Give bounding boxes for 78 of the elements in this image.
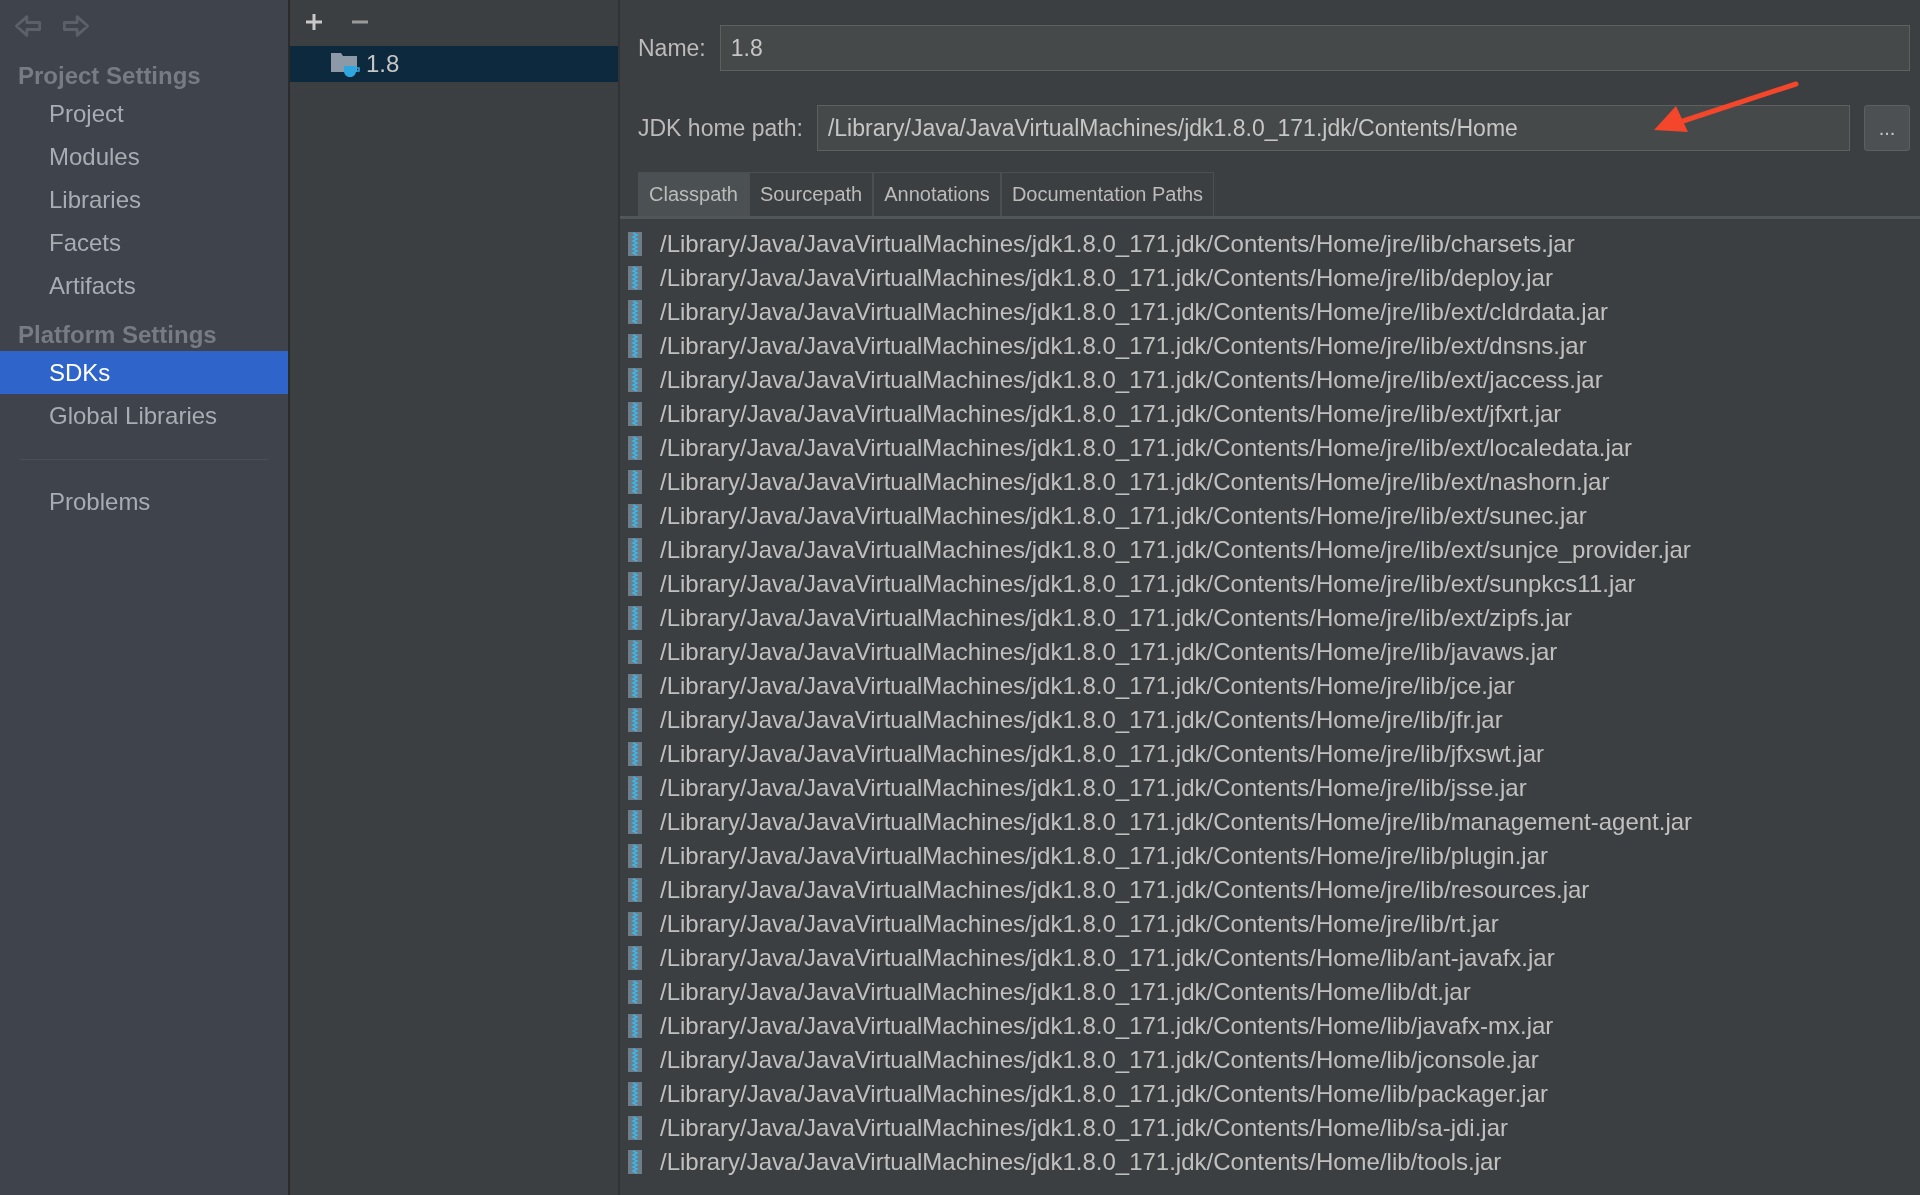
archive-icon <box>628 912 642 936</box>
sidebar-item[interactable]: Libraries <box>0 178 288 221</box>
classpath-entry[interactable]: /Library/Java/JavaVirtualMachines/jdk1.8.0_171.jdk/Contents/Home/jre/lib/ext/nashorn.jar <box>660 468 1610 496</box>
classpath-entry[interactable]: /Library/Java/JavaVirtualMachines/jdk1.8.0_171.jdk/Contents/Home/jre/lib/jfr.jar <box>660 706 1503 734</box>
sidebar-item[interactable]: Modules <box>0 135 288 178</box>
classpath-entry[interactable]: /Library/Java/JavaVirtualMachines/jdk1.8.0_171.jdk/Contents/Home/jre/lib/deploy.jar <box>660 264 1553 292</box>
sidebar-item[interactable]: Problems <box>0 480 288 523</box>
archive-icon <box>628 1150 642 1174</box>
classpath-entry[interactable]: /Library/Java/JavaVirtualMachines/jdk1.8.0_171.jdk/Contents/Home/jre/lib/management-agent.jar <box>660 808 1693 836</box>
archive-icon <box>628 776 642 800</box>
sidebar-item[interactable]: Project <box>0 92 288 135</box>
classpath-entry[interactable]: /Library/Java/JavaVirtualMachines/jdk1.8.0_171.jdk/Contents/Home/jre/lib/javaws.jar <box>660 638 1558 666</box>
archive-icon <box>628 1082 642 1106</box>
sidebar-item[interactable]: SDKs <box>0 351 288 394</box>
classpath-entry[interactable]: /Library/Java/JavaVirtualMachines/jdk1.8.0_171.jdk/Contents/Home/jre/lib/ext/zipfs.jar <box>660 604 1572 632</box>
archive-icon <box>628 334 642 358</box>
archive-icon <box>628 300 642 324</box>
tab[interactable]: Annotations <box>873 172 1001 216</box>
archive-icon <box>628 1116 642 1140</box>
tab[interactable]: Classpath <box>638 172 749 216</box>
classpath-entry[interactable]: /Library/Java/JavaVirtualMachines/jdk1.8.0_171.jdk/Contents/Home/jre/lib/jce.jar <box>660 672 1515 700</box>
classpath-entry[interactable]: /Library/Java/JavaVirtualMachines/jdk1.8.0_171.jdk/Contents/Home/jre/lib/charsets.jar <box>660 230 1575 258</box>
archive-icon <box>628 980 642 1004</box>
archive-icon <box>628 946 642 970</box>
archive-icon <box>628 606 642 630</box>
archive-icon <box>628 436 642 460</box>
section-header: Project Settings <box>17 61 202 91</box>
classpath-entry[interactable]: /Library/Java/JavaVirtualMachines/jdk1.8.0_171.jdk/Contents/Home/jre/lib/jfxswt.jar <box>660 740 1544 768</box>
archive-icon <box>628 1048 642 1072</box>
classpath-entry[interactable]: /Library/Java/JavaVirtualMachines/jdk1.8.0_171.jdk/Contents/Home/jre/lib/ext/dnsns.jar <box>660 332 1587 360</box>
archive-icon <box>628 266 642 290</box>
archive-icon <box>628 1014 642 1038</box>
classpath-entry[interactable]: /Library/Java/JavaVirtualMachines/jdk1.8.0_171.jdk/Contents/Home/jre/lib/plugin.jar <box>660 842 1549 870</box>
archive-icon <box>628 402 642 426</box>
classpath-entry[interactable]: /Library/Java/JavaVirtualMachines/jdk1.8.0_171.jdk/Contents/Home/lib/dt.jar <box>660 978 1471 1006</box>
tab[interactable]: Sourcepath <box>748 172 874 216</box>
classpath-entry[interactable]: /Library/Java/JavaVirtualMachines/jdk1.8.0_171.jdk/Contents/Home/lib/sa-jdi.jar <box>660 1114 1508 1142</box>
classpath-entry[interactable]: /Library/Java/JavaVirtualMachines/jdk1.8.0_171.jdk/Contents/Home/lib/jconsole.jar <box>660 1046 1539 1074</box>
folder-cup-icon <box>330 50 360 78</box>
classpath-entry[interactable]: /Library/Java/JavaVirtualMachines/jdk1.8.0_171.jdk/Contents/Home/jre/lib/ext/localedata.jar <box>660 434 1633 462</box>
classpath-entry[interactable]: /Library/Java/JavaVirtualMachines/jdk1.8.0_171.jdk/Contents/Home/lib/packager.jar <box>660 1080 1549 1108</box>
archive-icon <box>628 674 642 698</box>
classpath-entry[interactable]: /Library/Java/JavaVirtualMachines/jdk1.8.0_171.jdk/Contents/Home/lib/javafx-mx.jar <box>660 1012 1554 1040</box>
classpath-entry[interactable]: /Library/Java/JavaVirtualMachines/jdk1.8.0_171.jdk/Contents/Home/lib/ant-javafx.jar <box>660 944 1555 972</box>
archive-icon <box>628 504 642 528</box>
classpath-entry[interactable]: /Library/Java/JavaVirtualMachines/jdk1.8.0_171.jdk/Contents/Home/jre/lib/resources.jar <box>660 876 1590 904</box>
browse-button[interactable]: ... <box>1864 105 1910 151</box>
archive-icon <box>628 470 642 494</box>
classpath-entry[interactable]: /Library/Java/JavaVirtualMachines/jdk1.8.0_171.jdk/Contents/Home/jre/lib/rt.jar <box>660 910 1499 938</box>
section-header: Platform Settings <box>17 320 218 350</box>
archive-icon <box>628 232 642 256</box>
classpath-entry[interactable]: /Library/Java/JavaVirtualMachines/jdk1.8.0_171.jdk/Contents/Home/jre/lib/ext/sunjce_provider.jar <box>660 536 1691 564</box>
archive-icon <box>628 572 642 596</box>
archive-icon <box>628 368 642 392</box>
sidebar-item[interactable]: Artifacts <box>0 264 288 307</box>
archive-icon <box>628 810 642 834</box>
classpath-entry[interactable]: /Library/Java/JavaVirtualMachines/jdk1.8.0_171.jdk/Contents/Home/jre/lib/ext/sunec.jar <box>660 502 1587 530</box>
sidebar-item[interactable]: Facets <box>0 221 288 264</box>
sidebar-item[interactable]: Global Libraries <box>0 394 288 437</box>
classpath-entry[interactable]: /Library/Java/JavaVirtualMachines/jdk1.8.0_171.jdk/Contents/Home/jre/lib/ext/jfxrt.jar <box>660 400 1562 428</box>
sdk-item[interactable]: 1.8 <box>290 46 618 82</box>
archive-icon <box>628 708 642 732</box>
classpath-entry[interactable]: /Library/Java/JavaVirtualMachines/jdk1.8.0_171.jdk/Contents/Home/jre/lib/jsse.jar <box>660 774 1527 802</box>
classpath-entry[interactable]: /Library/Java/JavaVirtualMachines/jdk1.8.0_171.jdk/Contents/Home/jre/lib/ext/jaccess.jar <box>660 366 1603 394</box>
archive-icon <box>628 878 642 902</box>
archive-icon <box>628 640 642 664</box>
classpath-entry[interactable]: /Library/Java/JavaVirtualMachines/jdk1.8.0_171.jdk/Contents/Home/jre/lib/ext/sunpkcs11.jar <box>660 570 1636 598</box>
classpath-entry[interactable]: /Library/Java/JavaVirtualMachines/jdk1.8.0_171.jdk/Contents/Home/jre/lib/ext/cldrdata.jar <box>660 298 1609 326</box>
name-field[interactable]: 1.8 <box>719 25 1910 71</box>
tab[interactable]: Documentation Paths <box>1000 172 1215 216</box>
add-icon[interactable] <box>304 12 324 32</box>
home-path-label: JDK home path: <box>638 114 803 142</box>
classpath-entry[interactable]: /Library/Java/JavaVirtualMachines/jdk1.8.0_171.jdk/Contents/Home/lib/tools.jar <box>660 1148 1502 1176</box>
archive-icon <box>628 844 642 868</box>
name-label: Name: <box>638 34 706 62</box>
home-path-field[interactable]: /Library/Java/JavaVirtualMachines/jdk1.8.0_171.jdk/Contents/Home <box>816 105 1850 151</box>
archive-icon <box>628 538 642 562</box>
archive-icon <box>628 742 642 766</box>
